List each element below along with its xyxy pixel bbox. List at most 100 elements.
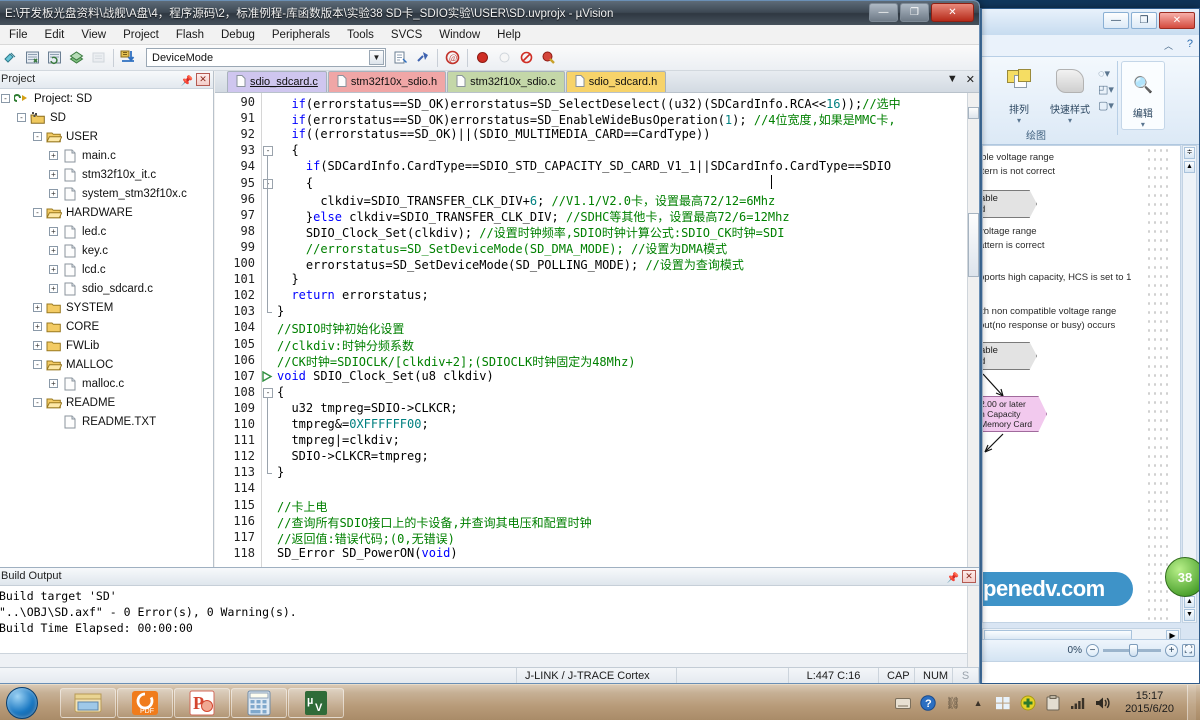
menu-item-flash[interactable]: Flash xyxy=(168,27,212,43)
menu-item-edit[interactable]: Edit xyxy=(37,27,73,43)
tree-expander-icon[interactable]: + xyxy=(49,170,58,179)
taskbar-clock[interactable]: 15:17 2015/6/20 xyxy=(1119,690,1180,716)
chevron-up-icon[interactable]: ︿ xyxy=(1164,39,1173,52)
document-vertical-scrollbar[interactable]: ≑ ▲ ▼ ▲ ▼ xyxy=(1182,145,1197,623)
keil-uvision-window[interactable]: E:\开发板光盘资料\战舰\A盘\4，程序源码\2，标准例程-库函数版本\实验3… xyxy=(0,0,980,684)
menu-item-tools[interactable]: Tools xyxy=(339,27,382,43)
breakpoint-disabled-icon[interactable] xyxy=(494,47,515,68)
chevron-up-icon[interactable]: ▲ xyxy=(969,694,987,712)
code-line[interactable]: 116 //查询所有SDIO接口上的卡设备,并查询其电压和配置时钟 xyxy=(215,514,967,530)
previous-page-icon[interactable]: ▲ xyxy=(1184,596,1195,608)
code-line[interactable]: 104 //SDIO时钟初始化设置 xyxy=(215,320,967,336)
keyboard-icon[interactable] xyxy=(894,694,912,712)
code-line[interactable]: 107 void SDIO_Clock_Set(u8 clkdiv) xyxy=(215,369,967,385)
download-to-flash-icon[interactable] xyxy=(118,47,139,68)
tree-expander-icon[interactable]: + xyxy=(49,246,58,255)
taskbar-item-calculator[interactable] xyxy=(231,688,287,718)
tree-expander-icon[interactable]: - xyxy=(1,94,10,103)
menu-item-file[interactable]: File xyxy=(1,27,36,43)
split-handle-icon[interactable]: ≑ xyxy=(1184,147,1195,159)
help-icon[interactable]: ? xyxy=(1187,38,1193,50)
menu-item-peripherals[interactable]: Peripherals xyxy=(264,27,338,43)
zoom-slider[interactable] xyxy=(1103,644,1161,657)
fold-toggle-icon[interactable]: - xyxy=(263,387,273,398)
tree-expander-icon[interactable]: + xyxy=(49,227,58,236)
ribbon-group-editing[interactable]: 🔍 编辑 ▾ xyxy=(1120,61,1165,130)
device-mode-selector[interactable]: DeviceMode ▼ xyxy=(146,48,386,67)
tree-expander-icon[interactable]: + xyxy=(49,379,58,388)
tree-expander-icon[interactable]: - xyxy=(17,113,26,122)
chevron-down-icon[interactable]: ▼ xyxy=(947,73,958,86)
build-output-vertical-scrollbar[interactable] xyxy=(967,586,979,667)
code-line[interactable]: 108 {- xyxy=(215,385,967,401)
tree-expander-icon[interactable]: - xyxy=(33,208,42,217)
minus-icon[interactable]: − xyxy=(1086,644,1099,657)
code-line[interactable]: 99 //errorstatus=SD_SetDeviceMode(SD_DMA_… xyxy=(215,240,967,256)
source-browse-icon[interactable] xyxy=(390,47,411,68)
close-icon[interactable]: ✕ xyxy=(966,73,975,86)
menu-item-help[interactable]: Help xyxy=(489,27,529,43)
code-line[interactable]: 98 SDIO_Clock_Set(clkdiv); //设置时钟频率,SDIO时… xyxy=(215,224,967,240)
translate-file-icon[interactable] xyxy=(0,47,21,68)
tree-expander-icon[interactable]: + xyxy=(49,151,58,160)
network-icon[interactable] xyxy=(1069,694,1087,712)
tree-item-malloc-c[interactable]: + malloc.c xyxy=(0,374,213,393)
breakpoint-red-icon[interactable] xyxy=(472,47,493,68)
code-line[interactable]: 112 SDIO->CLKCR=tmpreg; xyxy=(215,449,967,465)
minimize-button[interactable]: — xyxy=(869,3,898,22)
tree-item-sdio-sdcard-c[interactable]: + sdio_sdcard.c xyxy=(0,279,213,298)
code-line[interactable]: 90 if(errorstatus==SD_OK)errorstatus=SD_S… xyxy=(215,95,967,111)
project-tree[interactable]: - Project: SD - SD - USER + main.c + stm32f10x_it… xyxy=(0,89,213,619)
tree-item-hardware[interactable]: - HARDWARE xyxy=(0,203,213,222)
link-icon[interactable]: ⛓ xyxy=(944,694,962,712)
tree-expander-icon[interactable]: + xyxy=(49,265,58,274)
build-output-pane[interactable]: Build Output 📌 ✕ Build target 'SD' "..\O… xyxy=(0,567,979,667)
keil-titlebar[interactable]: E:\开发板光盘资料\战舰\A盘\4，程序源码\2，标准例程-库函数版本\实验3… xyxy=(0,1,979,25)
tree-item-malloc[interactable]: - MALLOC xyxy=(0,355,213,374)
tree-item-system-stm32f10x-c[interactable]: + system_stm32f10x.c xyxy=(0,184,213,203)
tree-item-key-c[interactable]: + key.c xyxy=(0,241,213,260)
background-office-window[interactable]: — ❐ ✕ ︿ ? 排列 ▾ 快速样式 ▾ ◌▾ ◰▾ ▢▾ 🔍 编辑 ▾ 绘图… xyxy=(980,8,1200,684)
close-icon[interactable]: ✕ xyxy=(962,570,976,583)
taskbar-item-keil-uvision[interactable]: µV xyxy=(288,688,344,718)
tree-expander-icon[interactable]: + xyxy=(49,284,58,293)
code-line[interactable]: 113} xyxy=(215,465,967,481)
flow-shape[interactable]: 2.00 or later h Capacity Memory Card xyxy=(983,396,1047,432)
tree-expander-icon[interactable]: + xyxy=(49,189,58,198)
fold-toggle-icon[interactable]: - xyxy=(263,146,273,157)
tree-item-fwlib[interactable]: + FWLib xyxy=(0,336,213,355)
windows-icon[interactable] xyxy=(994,694,1012,712)
code-line[interactable]: 91 if(errorstatus==SD_OK)errorstatus=SD_E… xyxy=(215,111,967,127)
zoom-slider-knob[interactable] xyxy=(1129,644,1138,657)
tree-item-led-c[interactable]: + led.c xyxy=(0,222,213,241)
taskbar[interactable]: PDF P µV ? ⛓ ▲ 15:17 2015/6/20 xyxy=(0,684,1200,720)
code-line[interactable]: 95 {- xyxy=(215,176,967,192)
code-line[interactable]: 92 if((errorstatus==SD_OK)||(SDIO_MULTIME… xyxy=(215,127,967,143)
shape-fill-icon[interactable]: ◌▾ xyxy=(1098,67,1114,80)
ribbon-group-quick-styles[interactable]: 快速样式 ▾ xyxy=(1042,61,1098,125)
scrollbar-thumb[interactable] xyxy=(968,213,979,277)
tree-item-core[interactable]: + CORE xyxy=(0,317,213,336)
code-line[interactable]: 93 {- xyxy=(215,143,967,159)
stop-build-icon[interactable] xyxy=(88,47,109,68)
menu-item-debug[interactable]: Debug xyxy=(213,27,263,43)
code-line[interactable]: 110 tmpreg&=0XFFFFFF00; xyxy=(215,417,967,433)
volume-icon[interactable] xyxy=(1094,694,1112,712)
menu-item-svcs[interactable]: SVCS xyxy=(383,27,430,43)
code-line[interactable]: 117 //返回值:错误代码;(0,无错误) xyxy=(215,530,967,546)
code-line[interactable]: 101} xyxy=(215,272,967,288)
code-line[interactable]: 97}else clkdiv=SDIO_TRANSFER_CLK_DIV; //… xyxy=(215,208,967,224)
tree-item-readme-txt[interactable]: README.TXT xyxy=(0,412,213,431)
ribbon-group-arrange[interactable]: 排列 ▾ xyxy=(996,61,1042,125)
menu-item-view[interactable]: View xyxy=(73,27,114,43)
shape-effects-icon[interactable]: ▢▾ xyxy=(1098,99,1114,112)
tree-item-main-c[interactable]: + main.c xyxy=(0,146,213,165)
tree-item-stm32f10x-it-c[interactable]: + stm32f10x_it.c xyxy=(0,165,213,184)
chevron-down-icon[interactable]: ▼ xyxy=(369,50,384,65)
shield-icon[interactable] xyxy=(1019,694,1037,712)
show-desktop-button[interactable] xyxy=(1187,685,1196,720)
code-line[interactable]: 102 return errorstatus; xyxy=(215,288,967,304)
tree-item-user[interactable]: - USER xyxy=(0,127,213,146)
close-icon[interactable]: ✕ xyxy=(196,73,210,86)
batch-build-icon[interactable] xyxy=(66,47,87,68)
